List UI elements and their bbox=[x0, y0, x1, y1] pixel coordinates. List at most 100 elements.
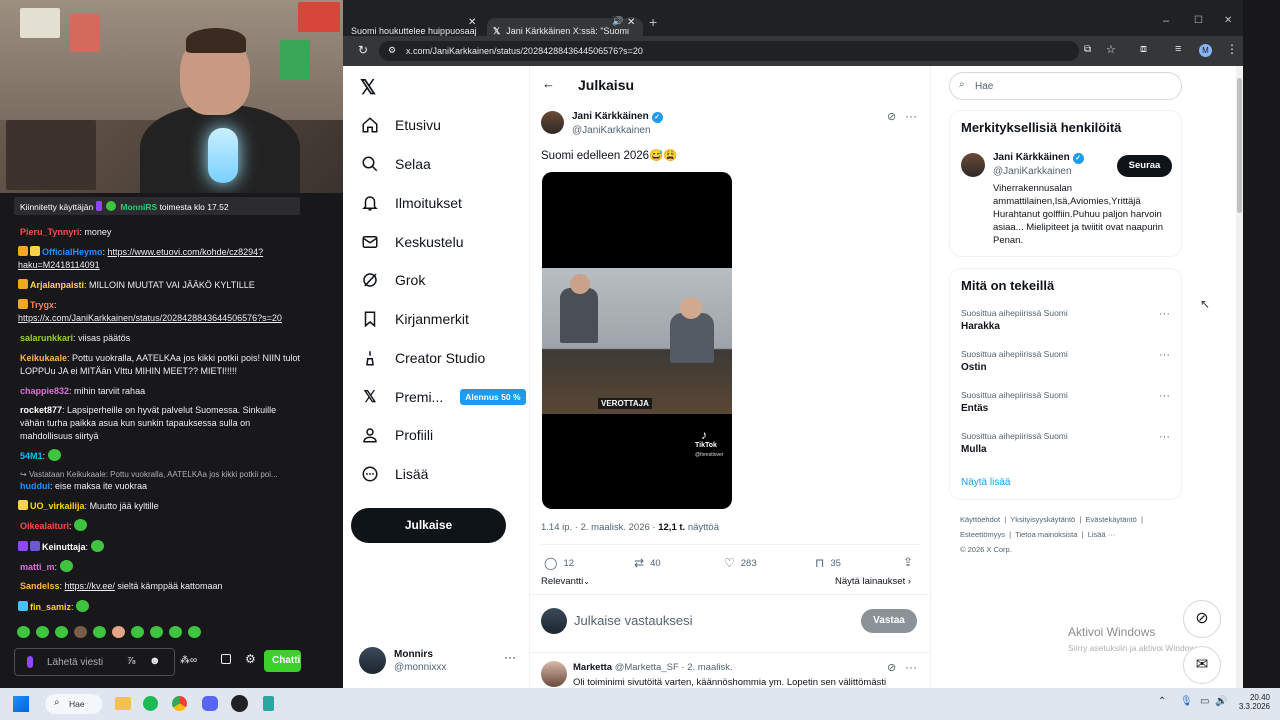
reply-action[interactable]: ◯ 12 bbox=[544, 556, 574, 570]
author-handle[interactable]: @JaniKarkkainen bbox=[572, 125, 651, 136]
nav-creator-studio[interactable]: Creator Studio bbox=[360, 343, 485, 373]
nav-messages[interactable]: Keskustelu bbox=[360, 227, 463, 257]
grok-icon[interactable]: ⊘ bbox=[887, 110, 896, 123]
chat-username[interactable]: matti_m bbox=[20, 562, 55, 572]
footer-link[interactable]: Evästekäytäntö bbox=[1086, 515, 1137, 524]
trend-more-icon[interactable]: ··· bbox=[1159, 431, 1170, 443]
post-video[interactable]: VEROTTAJA ♪ TikTok @forestlover bbox=[542, 172, 732, 509]
chat-username[interactable]: fin_samiz bbox=[30, 602, 71, 612]
bookmark-star-icon[interactable]: ☆ bbox=[1106, 43, 1116, 56]
nav-more[interactable]: Lisää bbox=[360, 459, 428, 489]
windows-start-icon[interactable] bbox=[13, 696, 29, 712]
trend-item[interactable]: Suosittua aihepiirissä Suomi Entäs ··· bbox=[961, 390, 1176, 422]
install-app-icon[interactable]: ⧉ bbox=[1084, 44, 1091, 55]
reply-author-name[interactable]: Marketta bbox=[573, 662, 612, 673]
reply-submit-button[interactable]: Vastaa bbox=[861, 609, 917, 633]
grok-icon[interactable]: ⊘ bbox=[887, 661, 896, 674]
x-logo-icon[interactable]: 𝕏 bbox=[360, 75, 376, 100]
frog-emote[interactable] bbox=[55, 626, 68, 638]
relevant-name[interactable]: Jani Kärkkäinen ✓ bbox=[993, 152, 1084, 164]
trend-more-icon[interactable]: ··· bbox=[1159, 308, 1170, 320]
chat-username[interactable]: Pieru_Tynnyri bbox=[20, 227, 79, 237]
frog-emote[interactable] bbox=[93, 626, 106, 638]
grok-floating-button[interactable]: ⊘ bbox=[1183, 600, 1221, 638]
nav-profile[interactable]: Profiili bbox=[360, 420, 433, 450]
clock[interactable]: 20.40 3.3.2026 bbox=[1236, 693, 1270, 711]
reply-author-avatar[interactable] bbox=[541, 661, 567, 687]
emoji-icon[interactable]: ☻ bbox=[149, 655, 161, 667]
trend-item[interactable]: Suosittua aihepiirissä Suomi Mulla ··· bbox=[961, 431, 1176, 463]
nav-explore[interactable]: Selaa bbox=[360, 149, 431, 179]
footer-link[interactable]: Lisää ··· bbox=[1088, 530, 1116, 539]
face-emote[interactable] bbox=[112, 626, 125, 638]
chat-username[interactable]: salarunkkari bbox=[20, 333, 73, 343]
frog-emote[interactable] bbox=[36, 626, 49, 638]
nav-home[interactable]: Etusivu bbox=[360, 110, 441, 140]
footer-link[interactable]: Esteettömyys bbox=[960, 530, 1005, 539]
view-quotes-link[interactable]: Näytä lainaukset › bbox=[835, 576, 911, 587]
reply-date[interactable]: · 2. maalisk. bbox=[681, 662, 732, 673]
network-icon[interactable]: ▭ bbox=[1200, 696, 1209, 707]
sort-dropdown[interactable]: Relevantti⌄ bbox=[541, 576, 590, 587]
minimize-icon[interactable]: – bbox=[1163, 15, 1169, 27]
nav-bookmarks[interactable]: Kirjanmerkit bbox=[360, 304, 469, 334]
reply-author-handle[interactable]: @Marketta_SF bbox=[615, 662, 679, 673]
bits-icon[interactable]: ⁂∞ bbox=[180, 655, 197, 666]
relevant-handle[interactable]: @JaniKarkkainen bbox=[993, 166, 1072, 177]
chat-username[interactable]: Arjalanpaisti bbox=[30, 280, 84, 290]
share-icon[interactable]: ⇪ bbox=[903, 555, 913, 569]
post-time[interactable]: 1.14 ip. · 2. maalisk. 2026 · bbox=[541, 522, 656, 533]
tray-chevron-icon[interactable]: ⌃ bbox=[1158, 696, 1166, 707]
pinned-user[interactable]: MonniRS bbox=[120, 202, 157, 212]
spotify-icon[interactable] bbox=[143, 696, 158, 711]
url-bar[interactable]: ⚙ x.com/JaniKarkkainen/status/2028428843… bbox=[379, 41, 1116, 61]
chat-username[interactable]: chappie832 bbox=[20, 386, 69, 396]
messages-floating-button[interactable]: ✉ bbox=[1183, 646, 1221, 684]
nav-notifications[interactable]: Ilmoitukset bbox=[360, 188, 462, 218]
account-more-icon[interactable]: ··· bbox=[504, 650, 516, 664]
pinned-message[interactable]: Kiinnitetty käyttäjän MonniRS toimesta k… bbox=[14, 197, 300, 215]
chat-username[interactable]: Trygx bbox=[30, 300, 54, 310]
trend-item[interactable]: Suosittua aihepiirissä Suomi Harakka ··· bbox=[961, 308, 1176, 340]
extensions-icon[interactable]: ⧈ bbox=[1140, 43, 1147, 56]
chat-username[interactable]: UO_virkailija bbox=[30, 501, 85, 511]
taskbar-search[interactable]: ⌕ Hae bbox=[45, 694, 102, 714]
chat-link[interactable]: https://kv.ee/ bbox=[65, 581, 115, 591]
bookmark-action[interactable]: ⊓ 35 bbox=[815, 556, 841, 570]
nav-premium[interactable]: 𝕏 Premi... Alennus 50 % bbox=[360, 382, 526, 412]
menu-icon[interactable]: ⋮ bbox=[1226, 42, 1238, 56]
frog-emote[interactable] bbox=[17, 626, 30, 638]
profile-avatar[interactable]: M bbox=[1199, 44, 1212, 57]
chat-username[interactable]: Keinuttaja bbox=[42, 542, 86, 552]
maximize-icon[interactable]: ☐ bbox=[1194, 15, 1203, 26]
footer-link[interactable]: Yksityisyyskäytäntö bbox=[1010, 515, 1075, 524]
back-arrow-icon[interactable]: ← bbox=[542, 76, 555, 91]
volume-icon[interactable]: 🔊 bbox=[1215, 696, 1227, 707]
gift-icon[interactable] bbox=[221, 654, 231, 664]
tab-close-icon[interactable]: ✕ bbox=[627, 17, 636, 28]
like-action[interactable]: ♡ 283 bbox=[724, 556, 757, 570]
obs-icon[interactable] bbox=[231, 695, 248, 712]
frog-emote[interactable] bbox=[150, 626, 163, 638]
footer-link[interactable]: Tietoa mainoksista bbox=[1015, 530, 1077, 539]
discord-icon[interactable] bbox=[202, 696, 218, 711]
relevant-avatar[interactable] bbox=[961, 153, 985, 177]
author-avatar[interactable] bbox=[541, 111, 564, 134]
chat-username[interactable]: Keikukaale bbox=[20, 353, 67, 363]
chat-username[interactable]: 54M1 bbox=[20, 451, 43, 461]
post-button[interactable]: Julkaise bbox=[351, 508, 506, 543]
account-switcher[interactable]: Monnirs @monnixxx ··· bbox=[351, 644, 521, 678]
file-explorer-icon[interactable] bbox=[115, 697, 131, 710]
face-emote[interactable] bbox=[74, 626, 87, 638]
chat-username[interactable]: huddui bbox=[20, 481, 50, 491]
reply-input[interactable]: Julkaise vastauksesi bbox=[574, 613, 693, 628]
command-icon[interactable]: ⅞ bbox=[127, 656, 135, 667]
footer-link[interactable]: Käyttöehdot bbox=[960, 515, 1000, 524]
post-more-icon[interactable]: ··· bbox=[905, 109, 917, 123]
tab-close-icon[interactable]: ✕ bbox=[468, 17, 476, 28]
site-info-icon[interactable]: ⚙ bbox=[388, 45, 396, 56]
chat-username[interactable]: Oikealaituri bbox=[20, 521, 69, 531]
audio-icon[interactable]: 🔊 bbox=[612, 16, 624, 27]
chat-link[interactable]: https://x.com/JaniKarkkainen/status/2028… bbox=[18, 313, 282, 323]
new-tab-icon[interactable]: + bbox=[649, 14, 657, 30]
